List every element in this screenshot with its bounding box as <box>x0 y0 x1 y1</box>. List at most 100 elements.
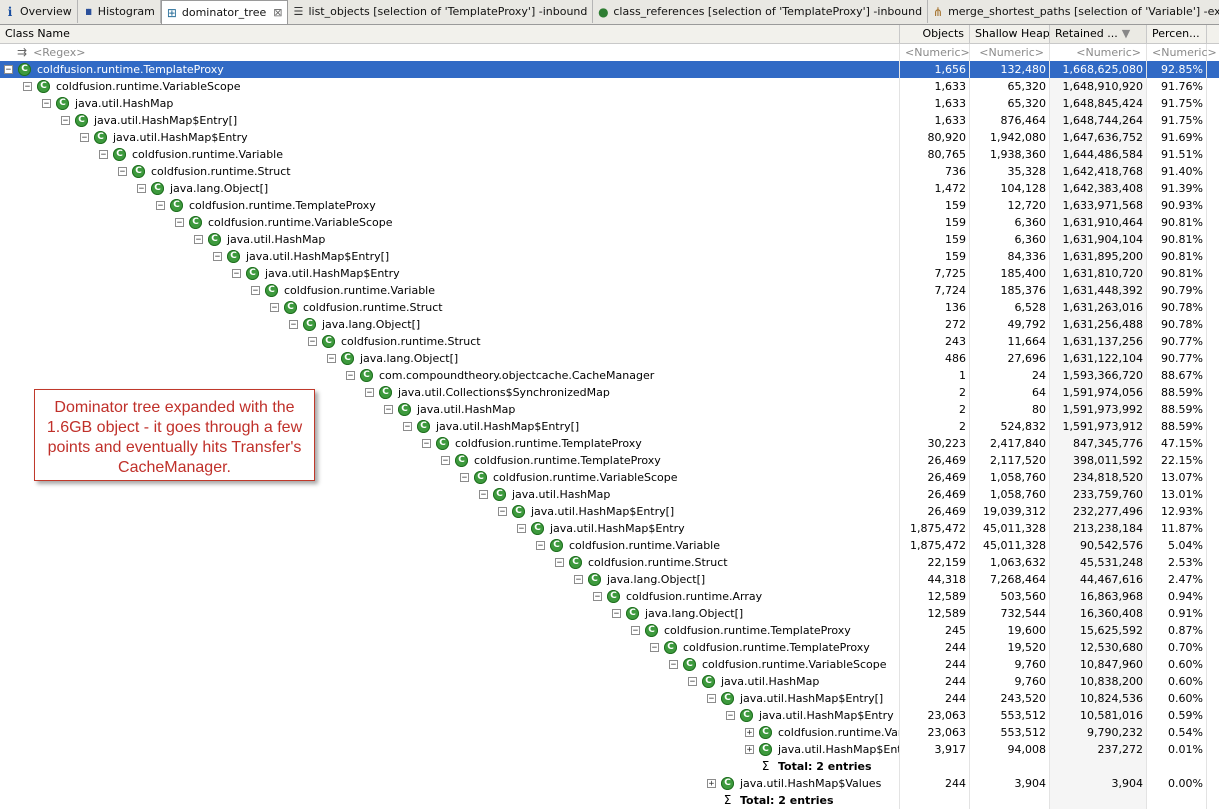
collapse-icon[interactable]: − <box>650 643 659 653</box>
tree-row[interactable]: − Cjava.util.HashMap$Entry 80,920 1,942,080… <box>0 129 1219 146</box>
tree-row[interactable]: − Ccoldfusion.runtime.Variable 7,724 185,37… <box>0 282 1219 299</box>
collapse-icon[interactable]: − <box>688 677 697 687</box>
collapse-icon[interactable]: − <box>194 235 203 245</box>
tree-row[interactable]: − Cjava.util.HashMap$Entry 1,875,472 45,011… <box>0 520 1219 537</box>
tree-row[interactable]: + Cjava.util.HashMap$Values 244 3,904 3,904 0… <box>0 775 1219 792</box>
tree-row[interactable]: − Cjava.util.HashMap$Entry 7,725 185,400 1,6… <box>0 265 1219 282</box>
tree-row[interactable]: − Ccoldfusion.runtime.TemplateProxy 1,656 1… <box>0 61 1219 78</box>
collapse-icon[interactable]: − <box>555 558 564 568</box>
collapse-icon[interactable]: − <box>612 609 621 619</box>
tree-row[interactable]: − Ccoldfusion.runtime.Array 12,589 503,560 1… <box>0 588 1219 605</box>
collapse-icon[interactable]: − <box>23 82 32 92</box>
tree-row[interactable]: − Ccoldfusion.runtime.TemplateProxy 245 19,… <box>0 622 1219 639</box>
tree-row[interactable]: − Ccoldfusion.runtime.VariableScope 244 9,7… <box>0 656 1219 673</box>
total-row[interactable]: Σ Total: 2 entries <box>0 792 1219 809</box>
tree-row[interactable]: − Ccoldfusion.runtime.Variable 1,875,472 45… <box>0 537 1219 554</box>
tree-row[interactable]: − Ccoldfusion.runtime.Struct 136 6,528 1,631… <box>0 299 1219 316</box>
tree-row[interactable]: − Ccoldfusion.runtime.Struct 736 35,328 1,64… <box>0 163 1219 180</box>
retained-filter-input[interactable]: <Numeric> <box>1050 44 1147 61</box>
collapse-icon[interactable]: − <box>574 575 583 585</box>
tree-row[interactable]: − Ccoldfusion.runtime.VariableScope 159 6,3… <box>0 214 1219 231</box>
collapse-icon[interactable]: − <box>593 592 602 602</box>
tree-row[interactable]: − Cjava.util.HashMap$Entry[] 244 243,520 10,… <box>0 690 1219 707</box>
column-header-class-name[interactable]: Class Name <box>0 25 900 43</box>
collapse-icon[interactable]: − <box>156 201 165 211</box>
close-tab-icon[interactable]: ⊠ <box>273 6 282 19</box>
collapse-icon[interactable]: − <box>137 184 146 194</box>
tree-row[interactable]: − Cjava.util.HashMap$Entry 23,063 553,512 10… <box>0 707 1219 724</box>
tree-row[interactable]: − Cjava.lang.Object[] 12,589 732,544 16,360,… <box>0 605 1219 622</box>
column-header-objects[interactable]: Objects <box>900 25 970 43</box>
column-header-retained-heap[interactable]: Retained ... ▼ <box>1050 25 1147 43</box>
tree-row[interactable]: − Cjava.util.HashMap 26,469 1,058,760 233,75… <box>0 486 1219 503</box>
tree-row[interactable]: − Ccoldfusion.runtime.Variable 80,765 1,938… <box>0 146 1219 163</box>
collapse-icon[interactable]: − <box>536 541 545 551</box>
name-filter[interactable]: ⇉ <Regex> <box>0 44 900 61</box>
collapse-icon[interactable]: − <box>517 524 526 534</box>
collapse-icon[interactable]: − <box>289 320 298 330</box>
percentage-cell: 0.60% <box>1147 673 1207 690</box>
collapse-icon[interactable]: − <box>99 150 108 160</box>
percent-filter-input[interactable]: <Numeric> <box>1147 44 1217 61</box>
collapse-icon[interactable]: − <box>669 660 678 670</box>
tree-row[interactable]: − Cjava.lang.Object[] 272 49,792 1,631,256,4… <box>0 316 1219 333</box>
tab-dominator-tree[interactable]: ⊞ dominator_tree ⊠ <box>160 0 289 24</box>
column-header-percentage[interactable]: Percen... <box>1147 25 1207 43</box>
tree-row[interactable]: − Cjava.util.HashMap 244 9,760 10,838,200 0.6… <box>0 673 1219 690</box>
collapse-icon[interactable]: − <box>270 303 279 313</box>
collapse-icon[interactable]: − <box>479 490 488 500</box>
tree-row[interactable]: + Ccoldfusion.runtime.Variable23,063553,5… <box>0 724 1219 741</box>
expand-icon[interactable]: + <box>745 728 754 738</box>
tree-row[interactable]: − Ccoldfusion.runtime.TemplateProxy 159 12,… <box>0 197 1219 214</box>
tree-row[interactable]: − Ccom.compoundtheory.objectcache.CacheMa… <box>0 367 1219 384</box>
collapse-icon[interactable]: − <box>251 286 260 296</box>
collapse-icon[interactable]: − <box>365 388 374 398</box>
tree-row[interactable]: − Cjava.util.HashMap 159 6,360 1,631,904,104… <box>0 231 1219 248</box>
collapse-icon[interactable]: − <box>403 422 412 432</box>
tab-merge-shortest-paths[interactable]: ⋔ merge_shortest_paths [selection of 'Var… <box>928 0 1219 23</box>
collapse-icon[interactable]: − <box>460 473 469 483</box>
collapse-icon[interactable]: − <box>42 99 51 109</box>
tab-list-objects[interactable]: ☰ list_objects [selection of 'TemplatePro… <box>288 0 594 23</box>
collapse-icon[interactable]: − <box>175 218 184 228</box>
tree-row[interactable]: − Ccoldfusion.runtime.TemplateProxy 244 19,… <box>0 639 1219 656</box>
tree-row[interactable]: − Cjava.lang.Object[] 1,472 104,128 1,642,38… <box>0 180 1219 197</box>
collapse-icon[interactable]: − <box>422 439 431 449</box>
expand-icon[interactable]: + <box>745 745 754 755</box>
column-header-shallow-heap[interactable]: Shallow Heap <box>970 25 1050 43</box>
collapse-icon[interactable]: − <box>232 269 241 279</box>
collapse-icon[interactable]: − <box>707 694 716 704</box>
collapse-icon[interactable]: − <box>631 626 640 636</box>
tree-row[interactable]: − Cjava.util.HashMap$Entry[] 159 84,336 1,63… <box>0 248 1219 265</box>
collapse-icon[interactable]: − <box>498 507 507 517</box>
collapse-icon[interactable]: − <box>61 116 70 126</box>
total-row[interactable]: Σ Total: 2 entries <box>0 758 1219 775</box>
collapse-icon[interactable]: − <box>80 133 89 143</box>
tab-Overview[interactable]: i Overview <box>0 0 78 23</box>
collapse-icon[interactable]: − <box>384 405 393 415</box>
tree-row[interactable]: − Cjava.lang.Object[] 44,318 7,268,464 44,46… <box>0 571 1219 588</box>
tab-Histogram[interactable]: ▮▮ Histogram <box>78 0 161 23</box>
collapse-icon[interactable]: − <box>4 65 13 75</box>
expand-icon[interactable]: + <box>707 779 716 789</box>
regex-filter-input[interactable]: <Regex> <box>33 44 85 61</box>
retained-heap-cell: 1,631,137,256 <box>1050 333 1147 350</box>
tree-row[interactable]: − Cjava.lang.Object[] 486 27,696 1,631,122,1… <box>0 350 1219 367</box>
collapse-icon[interactable]: − <box>308 337 317 347</box>
tree-row[interactable]: − Cjava.util.HashMap 1,633 65,320 1,648,845,… <box>0 95 1219 112</box>
tree-row[interactable]: − Cjava.util.HashMap$Entry[] 26,469 19,039,… <box>0 503 1219 520</box>
collapse-icon[interactable]: − <box>327 354 336 364</box>
tree-row[interactable]: − Cjava.util.HashMap$Entry[] 1,633 876,464 1… <box>0 112 1219 129</box>
collapse-icon[interactable]: − <box>346 371 355 381</box>
tree-row[interactable]: − Ccoldfusion.runtime.VariableScope 1,633 6… <box>0 78 1219 95</box>
collapse-icon[interactable]: − <box>726 711 735 721</box>
tree-row[interactable]: − Ccoldfusion.runtime.Struct 22,159 1,063,6… <box>0 554 1219 571</box>
collapse-icon[interactable]: − <box>213 252 222 262</box>
collapse-icon[interactable]: − <box>441 456 450 466</box>
collapse-icon[interactable]: − <box>118 167 127 177</box>
tab-class-references[interactable]: ● class_references [selection of 'Templat… <box>593 0 929 23</box>
tree-row[interactable]: − Ccoldfusion.runtime.Struct 243 11,664 1,63… <box>0 333 1219 350</box>
shallow-filter-input[interactable]: <Numeric> <box>970 44 1050 61</box>
objects-filter-input[interactable]: <Numeric> <box>900 44 970 61</box>
tree-row[interactable]: + Cjava.util.HashMap$Entry 3,917 94,008 237,… <box>0 741 1219 758</box>
